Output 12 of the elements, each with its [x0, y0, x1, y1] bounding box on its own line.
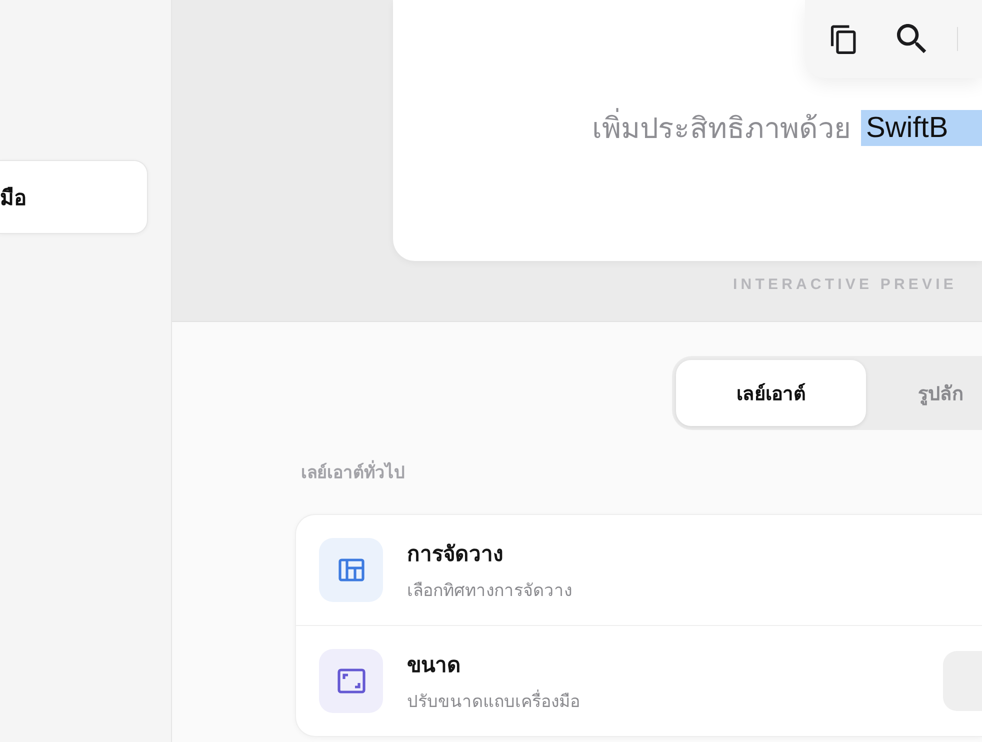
layout-icon: [319, 538, 383, 602]
search-icon[interactable]: [897, 24, 927, 54]
selected-text: SwiftB: [861, 110, 982, 146]
row-subtitle: เลือกทิศทางการจัดวาง: [407, 580, 573, 603]
row-title: ขนาด: [407, 652, 462, 679]
tab[interactable]: เลย์เอาต์: [676, 360, 866, 426]
resize-icon: [319, 649, 383, 713]
section-title: เลย์เอาต์ทั่วไป: [301, 458, 982, 485]
row-subtitle: ปรับขนาดแถบเครื่องมือ: [407, 687, 919, 714]
headline-text: เพิ่มประสิทธิภาพด้วย: [592, 110, 851, 146]
sidebar-item[interactable]: มือ: [0, 160, 148, 234]
row-title: การจัดวาง: [407, 541, 504, 568]
